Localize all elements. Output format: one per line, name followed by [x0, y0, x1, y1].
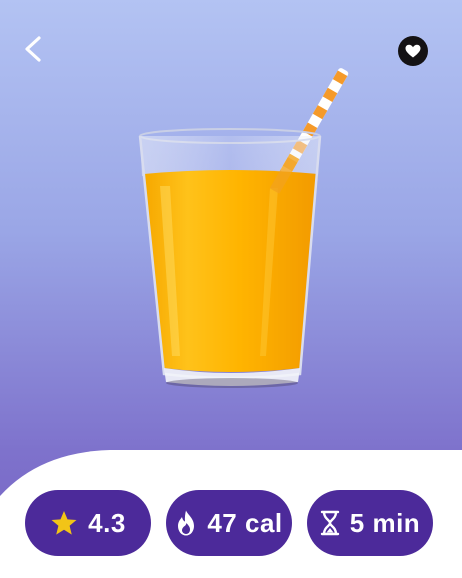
rating-pill[interactable]: 4.3 [25, 490, 151, 556]
hourglass-icon [320, 510, 339, 536]
star-icon [51, 511, 77, 535]
time-pill[interactable]: 5 min [307, 490, 433, 556]
stats-row: 4.3 47 cal 5 min [0, 0, 462, 578]
calories-pill[interactable]: 47 cal [166, 490, 292, 556]
calories-value: 47 cal [207, 507, 283, 538]
flame-icon [178, 510, 195, 536]
time-value: 5 min [349, 507, 421, 538]
rating-value: 4.3 [88, 507, 126, 538]
recipe-detail-screen: 4.3 47 cal 5 min [0, 0, 462, 578]
